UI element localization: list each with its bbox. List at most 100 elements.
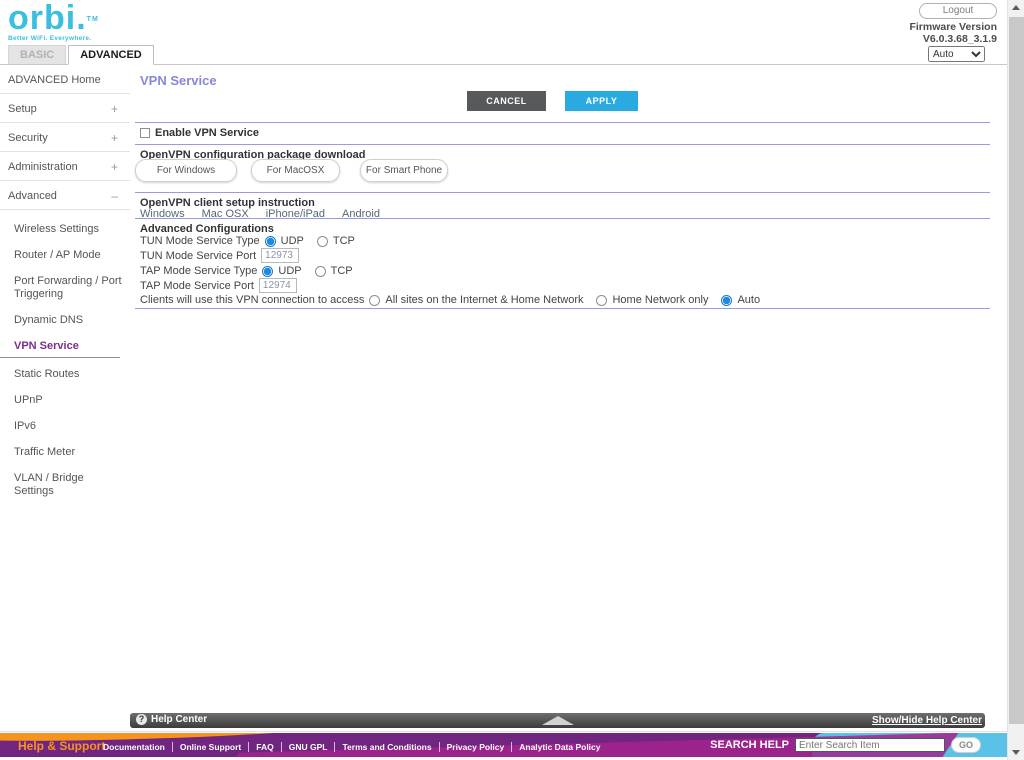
sidebar-item-static-routes[interactable]: Static Routes — [0, 361, 130, 387]
sidebar-nav: ADVANCED Home Setup + Security + Administr… — [0, 65, 130, 504]
clients-all-sites-radio[interactable] — [369, 295, 380, 306]
show-hide-help-link[interactable]: Show/Hide Help Center — [872, 715, 982, 726]
sidebar-item-port-forwarding[interactable]: Port Forwarding / Port Triggering — [0, 268, 130, 307]
sidebar-item-upnp[interactable]: UPnP — [0, 387, 130, 413]
firmware-value: V6.0.3.68_3.1.9 — [909, 33, 997, 45]
sidebar-item-traffic-meter[interactable]: Traffic Meter — [0, 439, 130, 465]
tap-type-row: TAP Mode Service Type UDP TCP — [140, 265, 361, 277]
logout-button[interactable]: Logout — [919, 3, 997, 19]
sidebar-item-label: Administration — [8, 161, 78, 173]
minus-expander-icon[interactable]: – — [111, 189, 118, 203]
sidebar-item-advanced-home[interactable]: ADVANCED Home — [0, 65, 130, 94]
tun-tcp-label: TCP — [333, 235, 355, 247]
sidebar-subnav: Wireless Settings Router / AP Mode Port … — [0, 210, 130, 504]
download-windows-button[interactable]: For Windows — [135, 159, 237, 182]
sidebar-item-vlan-bridge[interactable]: VLAN / Bridge Settings — [0, 465, 130, 504]
download-macosx-button[interactable]: For MacOSX — [251, 159, 340, 182]
clients-home-only-radio[interactable] — [596, 295, 607, 306]
clients-auto-label: Auto — [737, 294, 760, 306]
brand-text: orbi.TM — [8, 0, 99, 38]
sidebar-item-setup[interactable]: Setup + — [0, 94, 130, 123]
section-divider — [135, 308, 990, 309]
page-scrollbar[interactable] — [1007, 0, 1024, 760]
orbi-admin-page: orbi.TM Better WiFi. Everywhere. Logout … — [0, 0, 1024, 760]
clients-home-only-label: Home Network only — [612, 294, 708, 306]
sidebar-item-dynamic-dns[interactable]: Dynamic DNS — [0, 307, 130, 333]
tun-tcp-radio[interactable] — [317, 236, 328, 247]
page-title: VPN Service — [140, 73, 217, 88]
plus-expander-icon[interactable]: + — [111, 102, 118, 116]
sidebar-item-label: Security — [8, 132, 48, 144]
section-divider — [135, 192, 990, 193]
scroll-down-button[interactable] — [1008, 744, 1024, 760]
plus-expander-icon[interactable]: + — [111, 160, 118, 174]
footer-link-documentation[interactable]: Documentation — [96, 742, 173, 752]
sidebar-item-label: Setup — [8, 103, 37, 115]
tap-tcp-label: TCP — [331, 265, 353, 277]
orbi-logo: orbi.TM Better WiFi. Everywhere. — [8, 0, 99, 42]
tab-advanced[interactable]: ADVANCED — [68, 45, 154, 65]
footer-link-online-support[interactable]: Online Support — [173, 742, 249, 752]
section-divider — [135, 218, 990, 219]
help-support-label: Help & Support — [18, 739, 105, 753]
go-button[interactable]: GO — [951, 737, 981, 753]
tab-basic[interactable]: BASIC — [8, 45, 66, 64]
footer-link-analytic-data[interactable]: Analytic Data Policy — [512, 742, 607, 752]
sidebar-item-administration[interactable]: Administration + — [0, 152, 130, 181]
help-center-left: ? Help Center — [136, 714, 207, 725]
tap-udp-radio[interactable] — [262, 266, 273, 277]
footer-link-terms[interactable]: Terms and Conditions — [335, 742, 439, 752]
sidebar-item-label: Advanced — [8, 190, 57, 202]
search-help-label: SEARCH HELP — [710, 739, 789, 751]
enable-vpn-row: Enable VPN Service — [140, 127, 259, 139]
auto-language-select[interactable]: Auto — [928, 46, 985, 62]
sidebar-item-router-ap-mode[interactable]: Router / AP Mode — [0, 242, 130, 268]
section-divider — [135, 144, 990, 145]
search-help-input[interactable] — [795, 738, 945, 752]
enable-vpn-checkbox[interactable] — [140, 128, 150, 138]
clients-access-row: Clients will use this VPN connection to … — [140, 294, 768, 306]
section-divider — [135, 122, 990, 123]
sidebar-item-vpn-service[interactable]: VPN Service — [0, 333, 120, 358]
clients-access-label: Clients will use this VPN connection to … — [140, 294, 364, 306]
sidebar-item-wireless-settings[interactable]: Wireless Settings — [0, 216, 130, 242]
brand-tagline: Better WiFi. Everywhere. — [8, 35, 99, 42]
tun-port-label: TUN Mode Service Port — [140, 250, 256, 262]
tun-port-input[interactable] — [261, 248, 299, 263]
help-center-bar: ? Help Center Show/Hide Help Center — [130, 713, 985, 728]
tap-tcp-radio[interactable] — [315, 266, 326, 277]
download-smartphone-button[interactable]: For Smart Phone — [360, 159, 448, 182]
scrollbar-thumb[interactable] — [1009, 17, 1024, 724]
tap-type-label: TAP Mode Service Type — [140, 265, 257, 277]
footer-link-privacy[interactable]: Privacy Policy — [440, 742, 513, 752]
plus-expander-icon[interactable]: + — [111, 131, 118, 145]
footer-links: Documentation Online Support FAQ GNU GPL… — [96, 742, 608, 752]
tun-type-row: TUN Mode Service Type UDP TCP — [140, 235, 363, 247]
sidebar-item-ipv6[interactable]: IPv6 — [0, 413, 130, 439]
clients-auto-radio[interactable] — [721, 295, 732, 306]
apply-button[interactable]: APPLY — [565, 91, 638, 111]
collapse-arrow-icon[interactable] — [542, 716, 574, 725]
scroll-up-icon — [1012, 5, 1020, 10]
tap-port-input[interactable] — [259, 278, 297, 293]
tap-port-row: TAP Mode Service Port — [140, 278, 297, 293]
footer-link-gnu-gpl[interactable]: GNU GPL — [282, 742, 336, 752]
cancel-button[interactable]: CANCEL — [467, 91, 546, 111]
firmware-version: Firmware Version V6.0.3.68_3.1.9 — [909, 21, 997, 45]
sidebar-item-label: ADVANCED Home — [8, 74, 101, 86]
sidebar-item-advanced[interactable]: Advanced – — [0, 181, 130, 210]
tun-udp-radio[interactable] — [265, 236, 276, 247]
sidebar-item-security[interactable]: Security + — [0, 123, 130, 152]
tun-port-row: TUN Mode Service Port — [140, 248, 299, 263]
advanced-section-title: Advanced Configurations — [140, 223, 274, 235]
scroll-up-button[interactable] — [1008, 0, 1024, 16]
tun-udp-label: UDP — [281, 235, 304, 247]
tap-port-label: TAP Mode Service Port — [140, 280, 254, 292]
tun-type-label: TUN Mode Service Type — [140, 235, 260, 247]
main-tabs: BASIC ADVANCED — [8, 45, 154, 65]
trademark: TM — [87, 16, 99, 23]
enable-vpn-label: Enable VPN Service — [155, 127, 259, 139]
footer-link-faq[interactable]: FAQ — [249, 742, 281, 752]
footer-divider — [0, 731, 1007, 732]
brand-dot: . — [76, 0, 86, 37]
